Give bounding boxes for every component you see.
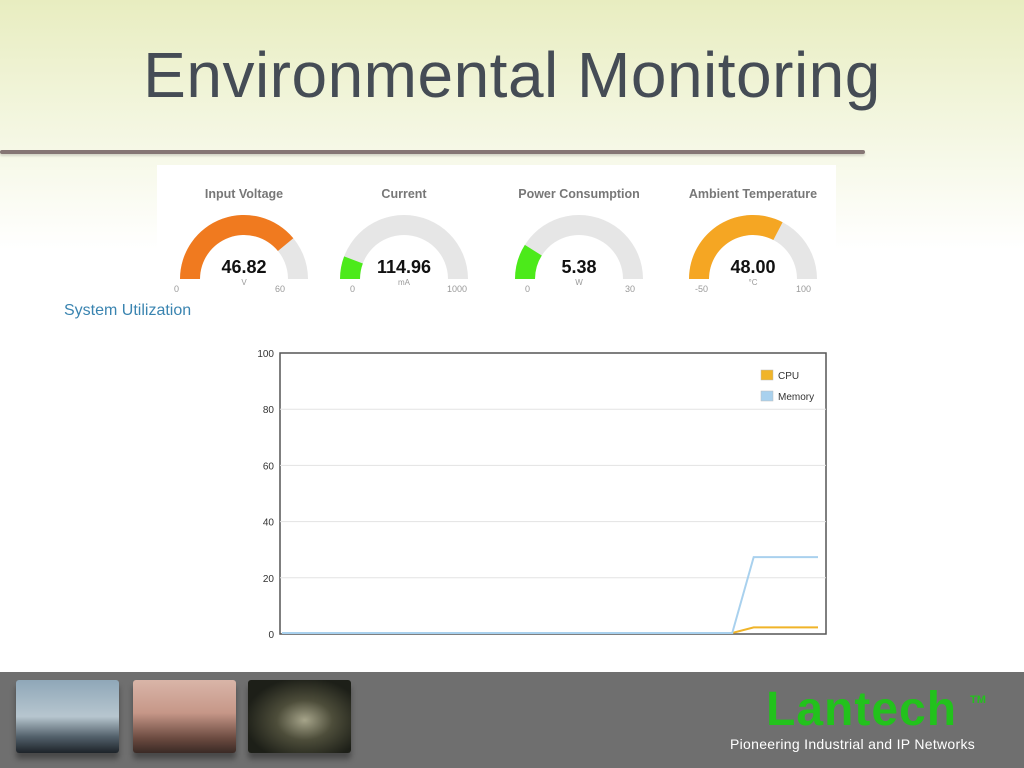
- legend-label-cpu: CPU: [778, 371, 799, 382]
- gauge-min: 0: [350, 284, 356, 294]
- gauge-power-consumption: Power Consumption 5.38 W 0 30: [492, 165, 666, 295]
- gauge-value: 114.96: [376, 257, 432, 277]
- gauge-panel: Input Voltage 46.82 V 0 60 Current 114.9…: [157, 165, 836, 295]
- ship-port-photo: [16, 680, 119, 753]
- gauge-current: Current 114.96 mA 0 1000: [317, 165, 491, 295]
- gauge-min: 0: [525, 284, 531, 294]
- gauge-max: 60: [275, 284, 286, 294]
- legend-swatch-cpu: [760, 369, 774, 381]
- legend-swatch-memory: [760, 390, 774, 402]
- tunnel-traffic-photo: [248, 680, 351, 753]
- y-tick-label: 60: [263, 461, 275, 472]
- lantech-logo: Lantech: [766, 683, 958, 736]
- y-tick-label: 20: [263, 574, 275, 585]
- system-utilization-chart: 0 20 40 60 80 100 CPU Memory: [257, 349, 827, 641]
- gauge-input-voltage: Input Voltage 46.82 V 0 60: [157, 165, 331, 295]
- gauge-value: 46.82: [221, 257, 267, 277]
- gauge-min: 0: [174, 284, 180, 294]
- y-tick-label: 0: [268, 630, 274, 641]
- gauge-min: -50: [695, 284, 709, 294]
- system-utilization-title: System Utilization: [64, 302, 192, 319]
- industrial-plant-photo: [133, 680, 236, 753]
- gauge-value: 5.38: [561, 257, 597, 277]
- company-tagline: Pioneering Industrial and IP Networks: [730, 736, 976, 752]
- gauge-unit: V: [241, 278, 247, 287]
- gauge-max: 100: [796, 284, 812, 294]
- gauge-max: 30: [625, 284, 636, 294]
- slide-title: Environmental Monitoring: [143, 39, 881, 111]
- legend-label-memory: Memory: [778, 392, 814, 403]
- y-tick-label: 100: [257, 349, 274, 360]
- y-tick-label: 40: [263, 518, 275, 529]
- gauge-max: 1000: [447, 284, 468, 294]
- gauge-ambient-temperature: Ambient Temperature 48.00 °C -50 100: [666, 165, 840, 295]
- logo-trademark: TM: [970, 694, 986, 706]
- title-divider: [0, 150, 865, 154]
- gauge-value: 48.00: [730, 257, 776, 277]
- y-tick-label: 80: [263, 405, 275, 416]
